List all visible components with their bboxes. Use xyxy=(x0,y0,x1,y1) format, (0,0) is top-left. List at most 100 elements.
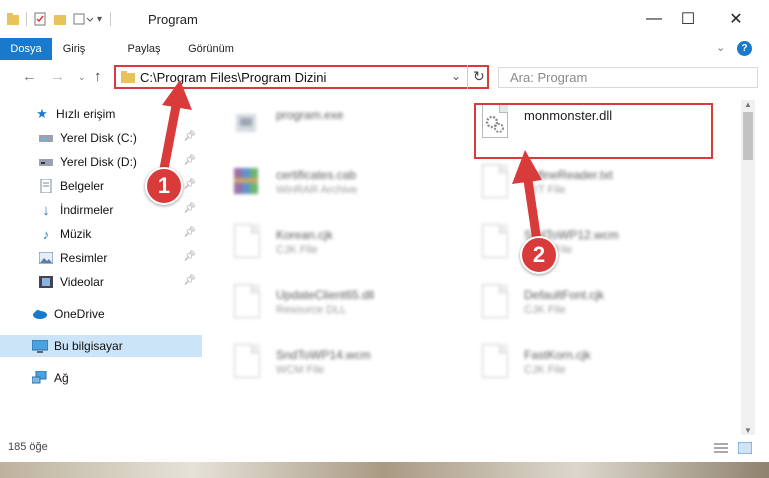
sidebar-item-network[interactable]: Ağ xyxy=(32,367,202,389)
sidebar-item-label: Müzik xyxy=(60,227,92,241)
address-dropdown-icon[interactable]: ⌄ xyxy=(451,69,461,83)
scroll-up-icon[interactable]: ▲ xyxy=(744,100,752,109)
sidebar-item-label: Videolar xyxy=(60,275,104,289)
music-icon: ♪ xyxy=(42,226,50,242)
sidebar-item-label: Yerel Disk (C:) xyxy=(60,131,137,145)
file-item[interactable]: SndToWP14.wcm WCM File xyxy=(226,342,446,392)
up-button[interactable]: ↑ xyxy=(94,68,102,85)
dll-icon xyxy=(234,284,260,318)
sidebar-item-music[interactable]: ♪ Müzik 📌︎ xyxy=(38,223,200,245)
step-1-badge: 1 xyxy=(145,167,183,205)
address-path[interactable]: C:\Program Files\Program Dizini xyxy=(140,70,326,85)
drive-icon xyxy=(38,155,54,169)
ribbon-tabs: Dosya Giriş Paylaş Görünüm ⌄ ? xyxy=(0,38,769,88)
title-bar: ▾ Program — ☐ ✕ xyxy=(0,0,769,38)
scroll-down-icon[interactable]: ▼ xyxy=(744,426,752,435)
pin-icon[interactable]: 📌︎ xyxy=(183,251,196,262)
customize-toolbar-icon[interactable]: ▾ xyxy=(97,14,102,25)
sidebar-item-label: OneDrive xyxy=(54,307,105,321)
status-bar: 185 öğe xyxy=(0,436,769,460)
address-bar[interactable]: C:\Program Files\Program Dizini ⌄ ↻ xyxy=(114,65,489,89)
text-file-icon xyxy=(482,164,508,198)
file-item[interactable]: DefaultFont.cjk CJK File xyxy=(474,282,704,332)
tab-view[interactable]: Görünüm xyxy=(182,38,240,60)
sidebar-item-pictures[interactable]: Resimler 📌︎ xyxy=(38,247,200,269)
file-item[interactable]: UpdateClient65.dll Resource DLL xyxy=(226,282,446,332)
sidebar-item-label: Ağ xyxy=(54,371,69,385)
sidebar-item-label: Bu bilgisayar xyxy=(54,339,123,353)
archive-icon xyxy=(234,168,258,194)
file-type: CJK File xyxy=(524,364,566,376)
refresh-icon[interactable]: ↻ xyxy=(473,68,485,85)
file-name: DefaultFont.cjk xyxy=(524,288,605,302)
search-placeholder: Ara: Program xyxy=(510,70,588,85)
sidebar-item-videos[interactable]: Videolar 📌︎ xyxy=(38,271,200,293)
sidebar-item-label: Belgeler xyxy=(60,179,105,193)
maximize-button[interactable]: ☐ xyxy=(665,0,711,38)
file-name: certificates.cab xyxy=(276,168,357,182)
sidebar-item-label: Yerel Disk (D:) xyxy=(60,155,137,169)
file-name: UpdateClient65.dll xyxy=(276,288,375,302)
large-icons-view-icon[interactable] xyxy=(738,442,752,454)
separator xyxy=(26,12,27,26)
search-input[interactable]: Ara: Program xyxy=(498,67,758,88)
sidebar-item-quick-access[interactable]: ★ Hızlı erişim xyxy=(34,103,236,125)
sidebar-item-local-disk-c[interactable]: Yerel Disk (C:) 📌︎ xyxy=(38,127,200,149)
file-item[interactable]: SndToWP12.wcm WCM File xyxy=(474,222,704,272)
file-type: WCM File xyxy=(276,364,325,376)
separator xyxy=(467,65,468,89)
scroll-thumb[interactable] xyxy=(743,112,753,160)
back-button[interactable]: ← xyxy=(22,68,37,85)
pin-icon[interactable]: 📌︎ xyxy=(183,179,196,190)
exe-icon xyxy=(236,114,256,132)
videos-icon xyxy=(38,275,54,289)
network-icon xyxy=(32,371,48,385)
sidebar-item-onedrive[interactable]: OneDrive xyxy=(32,303,202,325)
pin-icon[interactable]: 📌︎ xyxy=(183,131,196,142)
folder-icon[interactable] xyxy=(6,12,20,26)
drive-icon xyxy=(38,131,54,145)
file-item[interactable]: certificates.cab WinRAR Archive xyxy=(226,162,446,212)
view-options-icon[interactable] xyxy=(73,12,93,26)
pin-icon[interactable]: 📌︎ xyxy=(183,275,196,286)
sidebar-item-label: Resimler xyxy=(60,251,108,265)
sidebar-item-this-pc[interactable]: Bu bilgisayar xyxy=(0,335,202,357)
help-icon[interactable]: ? xyxy=(737,41,752,56)
file-item[interactable]: ApfineReader.txt TXT File xyxy=(474,162,704,212)
file-type: CJK File xyxy=(276,244,318,256)
properties-icon[interactable] xyxy=(33,12,47,26)
window-title: Program xyxy=(148,12,198,27)
explorer-window: ▾ Program — ☐ ✕ Dosya Giriş Paylaş Görün… xyxy=(0,0,769,462)
tab-share[interactable]: Paylaş xyxy=(124,38,164,60)
file-icon xyxy=(482,224,508,258)
file-type: CJK File xyxy=(524,304,566,316)
recent-locations-icon[interactable]: ⌄ xyxy=(78,72,86,83)
pin-icon[interactable]: 📌︎ xyxy=(183,155,196,166)
sidebar-item-downloads[interactable]: ↓ İndirmeler 📌︎ xyxy=(38,199,200,221)
sidebar-item-local-disk-d[interactable]: Yerel Disk (D:) 📌︎ xyxy=(38,151,200,173)
details-view-icon[interactable] xyxy=(714,442,728,454)
file-type: WinRAR Archive xyxy=(276,184,358,196)
tab-home[interactable]: Giriş xyxy=(56,38,92,60)
expand-ribbon-icon[interactable]: ⌄ xyxy=(716,41,725,54)
folder-icon xyxy=(121,71,135,83)
file-type: TXT File xyxy=(524,184,566,196)
vertical-scrollbar[interactable]: ▲ ▼ xyxy=(741,100,755,435)
file-item[interactable]: program.exe xyxy=(226,102,446,152)
separator xyxy=(110,12,112,26)
forward-button[interactable]: → xyxy=(50,68,65,85)
close-button[interactable]: ✕ xyxy=(713,0,759,38)
pictures-icon xyxy=(38,251,54,265)
file-item[interactable]: Korean.cjk CJK File xyxy=(226,222,446,272)
step-2-badge: 2 xyxy=(520,236,558,274)
file-icon xyxy=(234,224,260,258)
file-name: SndToWP14.wcm xyxy=(276,348,371,362)
pin-icon[interactable]: 📌︎ xyxy=(183,203,196,214)
quick-access-toolbar: ▾ xyxy=(6,10,119,28)
new-folder-icon[interactable] xyxy=(53,12,67,26)
pin-icon[interactable]: 📌︎ xyxy=(183,227,196,238)
sidebar-item-label: İndirmeler xyxy=(60,203,114,217)
download-icon: ↓ xyxy=(42,201,50,219)
file-item[interactable]: FastKorn.cjk CJK File xyxy=(474,342,704,392)
cloud-icon xyxy=(32,307,48,321)
